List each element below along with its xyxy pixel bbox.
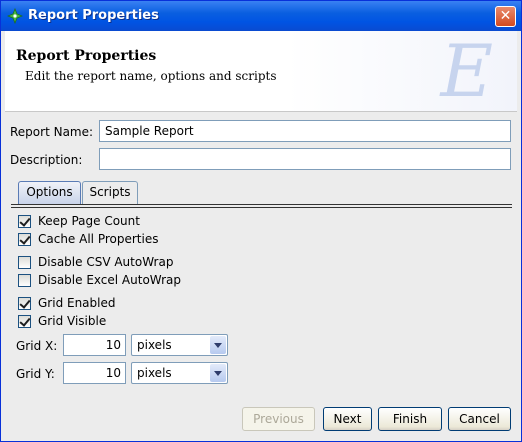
tab-scripts[interactable]: Scripts xyxy=(82,181,138,204)
tab-options[interactable]: Options xyxy=(18,181,81,204)
cache-all-properties-checkbox[interactable] xyxy=(18,233,31,246)
grid-x-unit-select[interactable]: pixels xyxy=(131,334,228,356)
keep-page-count-checkbox[interactable] xyxy=(18,215,31,228)
option-label: Disable Excel AutoWrap xyxy=(38,273,182,287)
chevron-down-icon[interactable] xyxy=(210,336,226,354)
option-label: Grid Visible xyxy=(38,314,107,328)
grid-enabled-checkbox[interactable] xyxy=(18,297,31,310)
description-field[interactable] xyxy=(99,148,511,170)
finish-button[interactable]: Finish xyxy=(378,407,442,431)
cancel-button[interactable]: Cancel xyxy=(448,407,511,431)
tab-divider xyxy=(11,204,512,208)
option-label: Disable CSV AutoWrap xyxy=(38,255,174,269)
title-bar[interactable]: Report Properties ✕ xyxy=(1,1,521,31)
header-subtitle: Edit the report name, options and script… xyxy=(25,69,277,83)
option-label: Cache All Properties xyxy=(38,232,159,246)
grid-x-label: Grid X: xyxy=(16,339,58,353)
grid-y-unit-select[interactable]: pixels xyxy=(131,362,228,384)
grid-visible-checkbox[interactable] xyxy=(18,315,31,328)
report-name-field[interactable]: Sample Report xyxy=(99,120,511,142)
previous-button[interactable]: Previous xyxy=(242,407,315,431)
grid-x-field[interactable]: 10 xyxy=(63,334,126,356)
option-label: Grid Enabled xyxy=(38,296,116,310)
description-label: Description: xyxy=(10,153,83,167)
grid-y-label: Grid Y: xyxy=(16,367,55,381)
header-title: Report Properties xyxy=(16,48,157,64)
grid-x-unit-value: pixels xyxy=(137,338,172,352)
compass-icon xyxy=(6,7,24,25)
disable-excel-autowrap-checkbox[interactable] xyxy=(18,274,31,287)
dialog-header: Report Properties Edit the report name, … xyxy=(5,29,517,113)
disable-csv-autowrap-checkbox[interactable] xyxy=(18,256,31,269)
option-label: Keep Page Count xyxy=(38,214,140,228)
header-logo: E xyxy=(440,29,493,113)
close-button[interactable]: ✕ xyxy=(495,6,516,27)
window-title: Report Properties xyxy=(28,8,159,23)
close-icon: ✕ xyxy=(499,8,512,24)
report-properties-dialog: Report Properties ✕ Report Properties Ed… xyxy=(0,0,522,442)
chevron-down-icon[interactable] xyxy=(210,364,226,382)
grid-y-unit-value: pixels xyxy=(137,366,172,380)
grid-y-field[interactable]: 10 xyxy=(63,362,126,384)
report-name-label: Report Name: xyxy=(10,125,94,139)
next-button[interactable]: Next xyxy=(323,407,372,431)
